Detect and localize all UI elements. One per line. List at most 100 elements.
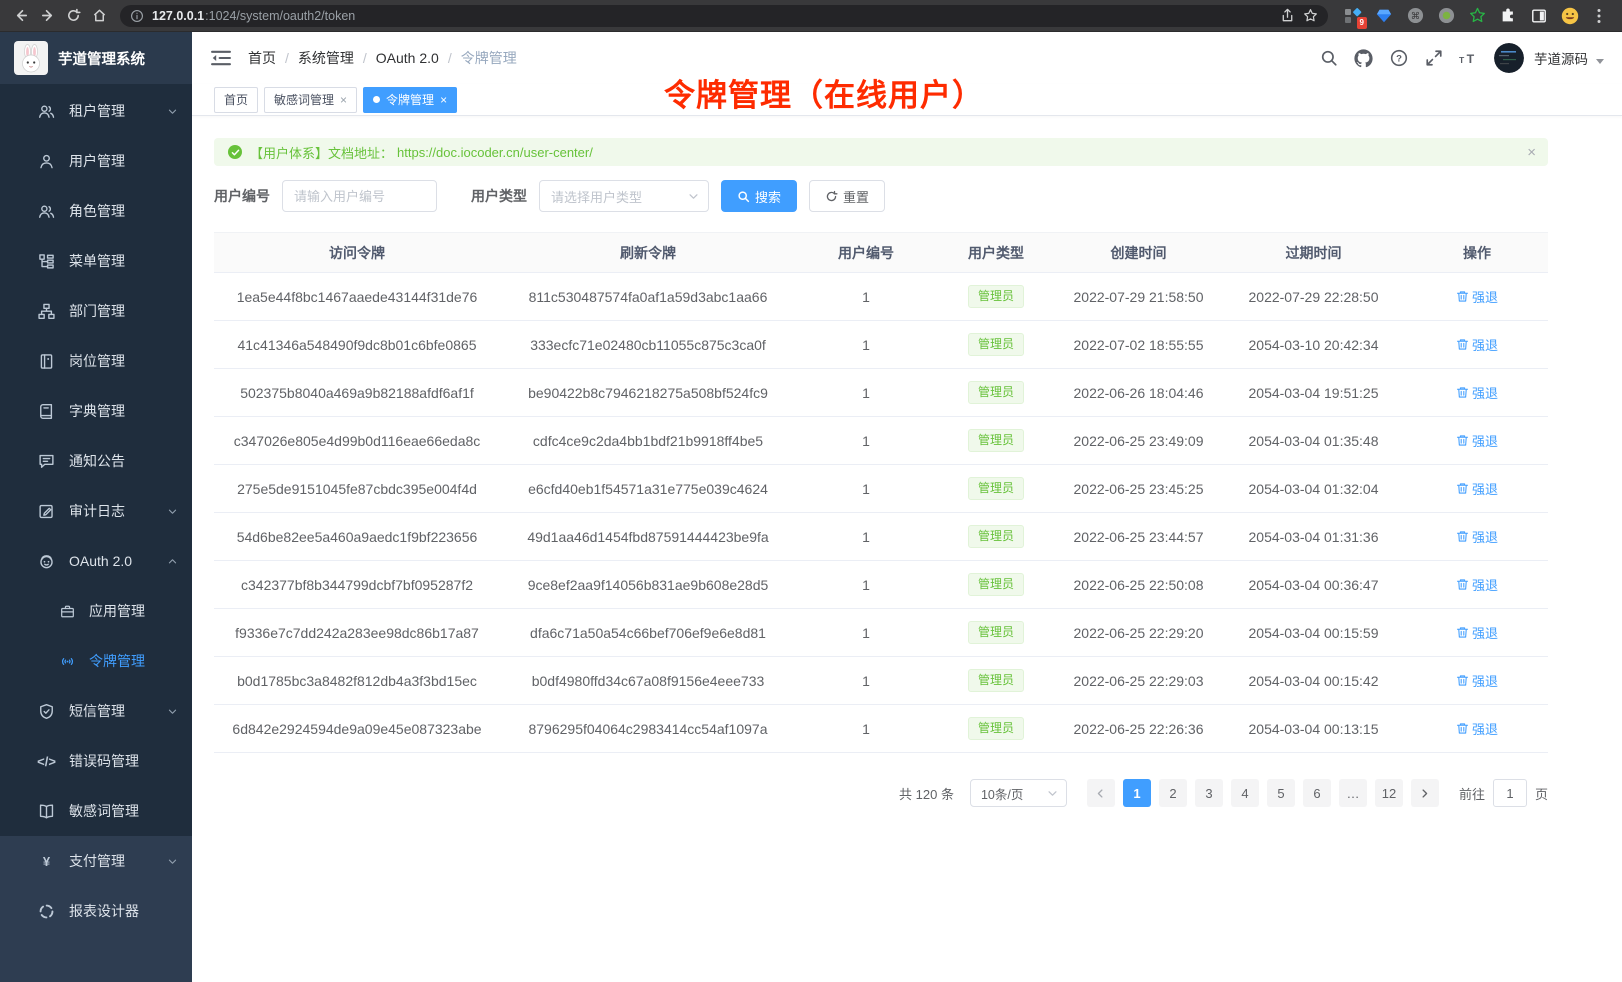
force-logout-button[interactable]: 强退 xyxy=(1456,479,1498,498)
forward-icon[interactable] xyxy=(34,3,60,29)
page-button-5[interactable]: 5 xyxy=(1267,779,1295,807)
force-logout-button[interactable]: 强退 xyxy=(1456,575,1498,594)
close-icon[interactable]: × xyxy=(440,94,447,106)
page-size-select[interactable]: 10条/页 xyxy=(970,779,1067,807)
header-actions: ? TT 芋道源码 xyxy=(1319,43,1604,73)
cell-user-id: 1 xyxy=(796,561,936,609)
sidebar-fold-icon[interactable] xyxy=(210,47,232,69)
puzzle-icon[interactable] xyxy=(1499,7,1517,25)
cell-create-time: 2022-06-25 22:26:36 xyxy=(1056,705,1221,753)
reader-icon[interactable] xyxy=(1530,7,1548,25)
goto-page-input[interactable] xyxy=(1493,779,1527,807)
sidebar-item-label: 部门管理 xyxy=(69,301,125,321)
sidebar-item-7[interactable]: 字典管理 xyxy=(0,386,192,436)
alert-close-icon[interactable]: × xyxy=(1527,145,1536,160)
breadcrumb-oauth[interactable]: OAuth 2.0 xyxy=(376,50,439,66)
cell-user-id: 1 xyxy=(796,513,936,561)
force-logout-button[interactable]: 强退 xyxy=(1456,623,1498,642)
extension-badge: 9 xyxy=(1357,17,1367,29)
extension-grid-icon[interactable]: 9 xyxy=(1344,7,1362,25)
search-icon[interactable] xyxy=(1319,49,1338,68)
share-icon[interactable] xyxy=(1280,8,1295,23)
username[interactable]: 芋道源码 xyxy=(1534,48,1588,68)
sidebar-item-6[interactable]: 岗位管理 xyxy=(0,336,192,386)
breadcrumb-home[interactable]: 首页 xyxy=(248,48,276,68)
font-size-icon[interactable]: TT xyxy=(1459,49,1478,68)
record-circle-icon[interactable] xyxy=(1437,7,1455,25)
sidebar-item-5[interactable]: 部门管理 xyxy=(0,286,192,336)
page-button-6[interactable]: 6 xyxy=(1303,779,1331,807)
command-circle-icon[interactable]: ⌘ xyxy=(1406,7,1424,25)
trash-icon xyxy=(1456,482,1469,495)
more-vertical-icon[interactable] xyxy=(1592,3,1606,29)
bookmark-star-icon[interactable] xyxy=(1303,8,1318,23)
green-star-icon[interactable] xyxy=(1468,7,1486,25)
sidebar-item-4[interactable]: 菜单管理 xyxy=(0,236,192,286)
sidebar-item-13[interactable]: 短信管理 xyxy=(0,686,192,736)
sidebar-item-15[interactable]: 敏感词管理 xyxy=(0,786,192,836)
tab-sensitive-words[interactable]: 敏感词管理 × xyxy=(264,87,357,113)
app-logo[interactable]: 芋道管理系统 xyxy=(0,32,192,84)
force-logout-button[interactable]: 强退 xyxy=(1456,287,1498,306)
sidebar-item-2[interactable]: 用户管理 xyxy=(0,136,192,186)
sidebar-item-9[interactable]: 审计日志 xyxy=(0,486,192,536)
user-type-badge: 管理员 xyxy=(968,525,1024,547)
github-icon[interactable] xyxy=(1354,49,1373,68)
sidebar-item-10[interactable]: OAuth 2.0 xyxy=(0,536,192,586)
home-icon[interactable] xyxy=(86,3,112,29)
next-page-button[interactable] xyxy=(1411,779,1439,807)
back-icon[interactable] xyxy=(8,3,34,29)
cell-user-id: 1 xyxy=(796,705,936,753)
force-logout-button[interactable]: 强退 xyxy=(1456,431,1498,450)
page-annotation: 令牌管理（在线用户） xyxy=(664,70,984,115)
url-bar[interactable]: 127.0.0.1:1024/system/oauth2/token xyxy=(120,5,1328,27)
page-ellipsis[interactable]: … xyxy=(1339,779,1367,807)
prev-page-button[interactable] xyxy=(1087,779,1115,807)
tab-token-manage[interactable]: 令牌管理 × xyxy=(363,87,457,113)
cell-actions: 强退 xyxy=(1406,609,1548,657)
page-button-4[interactable]: 4 xyxy=(1231,779,1259,807)
cell-create-time: 2022-06-25 22:50:08 xyxy=(1056,561,1221,609)
cell-user-id: 1 xyxy=(796,321,936,369)
cell-refresh-token: 333ecfc71e02480cb11055c875c3ca0f xyxy=(500,321,796,369)
rabbit-logo-icon xyxy=(14,41,48,75)
cell-user-type: 管理员 xyxy=(936,513,1056,561)
sidebar-item-17[interactable]: 报表设计器 xyxy=(0,886,192,936)
sidebar-item-label: 应用管理 xyxy=(89,601,145,621)
reload-icon[interactable] xyxy=(60,3,86,29)
user-avatar[interactable] xyxy=(1494,43,1524,73)
refresh-icon xyxy=(825,190,838,203)
page-button-1[interactable]: 1 xyxy=(1123,779,1151,807)
extension-icons: 9 ⌘ xyxy=(1336,3,1614,29)
sidebar-item-12[interactable]: 令牌管理 xyxy=(0,636,192,686)
force-logout-button[interactable]: 强退 xyxy=(1456,383,1498,402)
gem-icon[interactable] xyxy=(1375,7,1393,25)
sidebar-item-1[interactable]: 租户管理 xyxy=(0,86,192,136)
search-button[interactable]: 搜索 xyxy=(721,180,797,212)
cell-actions: 强退 xyxy=(1406,417,1548,465)
breadcrumb-system[interactable]: 系统管理 xyxy=(298,48,354,68)
force-logout-button[interactable]: 强退 xyxy=(1456,671,1498,690)
sidebar-item-8[interactable]: 通知公告 xyxy=(0,436,192,486)
page-button-2[interactable]: 2 xyxy=(1159,779,1187,807)
alert-doc-link[interactable]: https://doc.iocoder.cn/user-center/ xyxy=(397,145,593,160)
force-logout-button[interactable]: 强退 xyxy=(1456,335,1498,354)
help-icon[interactable]: ? xyxy=(1389,49,1408,68)
force-logout-button[interactable]: 强退 xyxy=(1456,719,1498,738)
close-icon[interactable]: × xyxy=(340,94,347,106)
force-logout-button[interactable]: 强退 xyxy=(1456,527,1498,546)
sidebar-item-11[interactable]: 应用管理 xyxy=(0,586,192,636)
shield-icon xyxy=(38,703,55,720)
reset-button[interactable]: 重置 xyxy=(809,180,885,212)
page-button-12[interactable]: 12 xyxy=(1375,779,1403,807)
chevron-down-icon[interactable] xyxy=(1596,59,1604,64)
page-button-3[interactable]: 3 xyxy=(1195,779,1223,807)
user-type-select[interactable]: 请选择用户类型 xyxy=(539,180,709,212)
user-id-input[interactable] xyxy=(282,180,437,212)
tab-home[interactable]: 首页 xyxy=(214,87,258,113)
profile-emoji-icon[interactable] xyxy=(1561,7,1579,25)
sidebar-item-3[interactable]: 角色管理 xyxy=(0,186,192,236)
fullscreen-icon[interactable] xyxy=(1424,49,1443,68)
sidebar-item-16[interactable]: ¥支付管理 xyxy=(0,836,192,886)
sidebar-item-14[interactable]: </>错误码管理 xyxy=(0,736,192,786)
